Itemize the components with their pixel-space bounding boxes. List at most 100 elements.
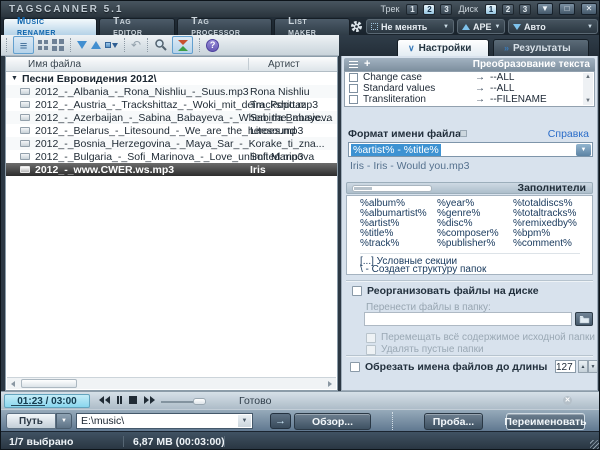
volume-slider[interactable]: [161, 401, 206, 403]
dropdown-change-case[interactable]: Не менять ▼: [366, 19, 454, 34]
file-list-header: Имя файла Артист: [6, 57, 337, 72]
transform-row[interactable]: Transliteration → --FILENAME: [345, 94, 594, 105]
chevron-down-icon: ▼: [581, 147, 587, 153]
move-down-button[interactable]: [77, 41, 87, 49]
go-button[interactable]: →: [270, 413, 291, 429]
track-label: Трек: [380, 4, 399, 14]
preview-rename-button[interactable]: Проба...: [424, 413, 483, 430]
transform-scrollbar[interactable]: ▲ ▼: [583, 73, 593, 105]
checkbox[interactable]: [349, 84, 358, 93]
checkbox[interactable]: [352, 286, 362, 296]
dropdown-read-tag-format[interactable]: Авто ▼: [508, 19, 598, 34]
list-view-button[interactable]: ≡: [13, 36, 34, 54]
grid-view-small-button[interactable]: [38, 40, 48, 50]
slider-thumb[interactable]: [193, 398, 206, 405]
move-up-button[interactable]: [91, 41, 101, 49]
group-row[interactable]: ▼ Песни Евровидения 2012\: [6, 72, 337, 85]
transform-row[interactable]: Change case → --ALL: [345, 72, 594, 83]
reorganize-checkbox-row[interactable]: Реорганизовать файлы на диске: [352, 285, 539, 297]
path-mode-dropdown[interactable]: ▼: [56, 413, 72, 429]
tab-settings[interactable]: ∨ Настройки: [397, 39, 489, 56]
tab-list-maker[interactable]: List maker: [274, 18, 350, 35]
list-view-icon: ≡: [20, 39, 28, 52]
placeholder[interactable]: %track%: [360, 239, 427, 249]
placeholders-progress: [352, 185, 432, 192]
scroll-down-icon[interactable]: ▼: [585, 97, 591, 105]
close-button[interactable]: ✕: [581, 3, 597, 15]
no-change-icon: [371, 23, 378, 30]
file-row-selected[interactable]: 2012_-_www.CWER.ws.mp3 Iris: [6, 163, 337, 176]
add-icon[interactable]: +: [364, 59, 370, 70]
rewind-button[interactable]: [99, 396, 110, 404]
spinner-down-button[interactable]: ▼: [588, 360, 598, 373]
folder-structure-note: \ - Создает структуру папок: [360, 264, 486, 275]
column-divider[interactable]: [248, 58, 249, 70]
scrollbar-thumb[interactable]: [21, 379, 77, 388]
disc-digit-3[interactable]: 3: [519, 4, 531, 15]
file-row[interactable]: 2012_-_Bosnia_Herzegovina_-_Maya_Sar_-_K…: [6, 137, 337, 150]
file-row[interactable]: 2012_-_Austria_-_Trackshittaz_-_Woki_mit…: [6, 98, 337, 111]
file-row[interactable]: 2012_-_Bulgaria_-_Sofi_Marinova_-_Love_u…: [6, 150, 337, 163]
help-link[interactable]: Справка: [548, 128, 589, 140]
track-digit-3[interactable]: 3: [440, 4, 452, 15]
forward-button[interactable]: [144, 396, 155, 404]
pause-button[interactable]: [117, 396, 122, 404]
format-combobox[interactable]: %artist% - %title% ▼: [348, 142, 593, 157]
tab-results[interactable]: » Результаты: [493, 39, 589, 56]
disc-digit-1[interactable]: 1: [485, 4, 497, 15]
reorganize-label: Реорганизовать файлы на диске: [367, 285, 539, 297]
format-dropdown-button[interactable]: ▼: [576, 144, 591, 156]
spinner-up-button[interactable]: ▲: [578, 360, 588, 373]
rename-button[interactable]: Переименовать: [506, 413, 585, 430]
gear-icon[interactable]: [350, 20, 363, 33]
transform-row[interactable]: Standard values → --ALL: [345, 83, 594, 94]
tab-music-renamer[interactable]: Music renamer: [3, 18, 97, 35]
grid-large-icon: [52, 39, 57, 44]
track-digit-2[interactable]: 2: [423, 4, 435, 15]
player-close-button[interactable]: ✕: [563, 396, 572, 405]
help-button[interactable]: ?: [206, 39, 219, 52]
horizontal-scrollbar[interactable]: [7, 377, 336, 389]
resize-grip[interactable]: [590, 440, 599, 449]
minimize-button[interactable]: ▼: [537, 3, 553, 15]
search-button[interactable]: [154, 38, 168, 52]
file-row[interactable]: 2012_-_Belarus_-_Litesound_-_We_are_the_…: [6, 124, 337, 137]
browse-folder-button[interactable]: [575, 312, 593, 326]
checkbox[interactable]: [349, 95, 358, 104]
trim-length-value[interactable]: 127: [555, 360, 576, 373]
undo-button[interactable]: ↶: [131, 39, 141, 51]
path-input[interactable]: E:\music\ ▼: [76, 413, 253, 429]
track-digit-1[interactable]: 1: [406, 4, 418, 15]
format-value: %artist% - %title%: [351, 144, 441, 156]
scroll-right-button[interactable]: [324, 378, 336, 389]
trim-checkbox-row[interactable]: Обрезать имена файлов до длины: [350, 361, 547, 373]
tab-tag-editor[interactable]: Tag editor: [99, 18, 175, 35]
placeholder[interactable]: %comment%: [513, 239, 577, 249]
stop-button[interactable]: [129, 396, 137, 404]
maximize-button[interactable]: □: [559, 3, 575, 15]
path-mode-button[interactable]: Путь: [6, 413, 56, 429]
sort-button[interactable]: [105, 42, 118, 48]
file-row[interactable]: 2012_-_Azerbaijan_-_Sabina_Babayeva_-_Wh…: [6, 111, 337, 124]
move-to-folder-input[interactable]: [364, 312, 572, 326]
move-all-checkbox-row[interactable]: Перемещать всё содержимое исходной папки: [366, 332, 595, 343]
checkbox[interactable]: [349, 73, 358, 82]
dropdown-save-tag-format[interactable]: APE ▼: [457, 19, 505, 34]
column-artist[interactable]: Артист: [268, 59, 300, 70]
file-row[interactable]: 2012_-_Albania_-_Rona_Nishliu_-_Suus.mp3…: [6, 85, 337, 98]
scroll-up-icon[interactable]: ▲: [585, 73, 591, 81]
grid-view-large-button[interactable]: [52, 39, 64, 51]
scroll-left-button[interactable]: [7, 378, 19, 389]
player-bar: 01:23 / 03:00 Готово ✕: [1, 391, 600, 409]
delete-empty-checkbox-row[interactable]: Удалять пустые папки: [366, 344, 484, 355]
checkbox[interactable]: [350, 362, 360, 372]
tab-tag-processor[interactable]: Tag processor: [177, 18, 272, 35]
path-history-dropdown[interactable]: ▼: [238, 415, 251, 427]
scroll-left-icon: [11, 381, 15, 387]
list-icon[interactable]: [349, 61, 358, 62]
browse-button[interactable]: Обзор...: [294, 413, 371, 430]
disc-digit-2[interactable]: 2: [502, 4, 514, 15]
placeholder[interactable]: %publisher%: [437, 239, 499, 249]
preview-button[interactable]: [172, 36, 193, 54]
column-filename[interactable]: Имя файла: [28, 59, 81, 70]
